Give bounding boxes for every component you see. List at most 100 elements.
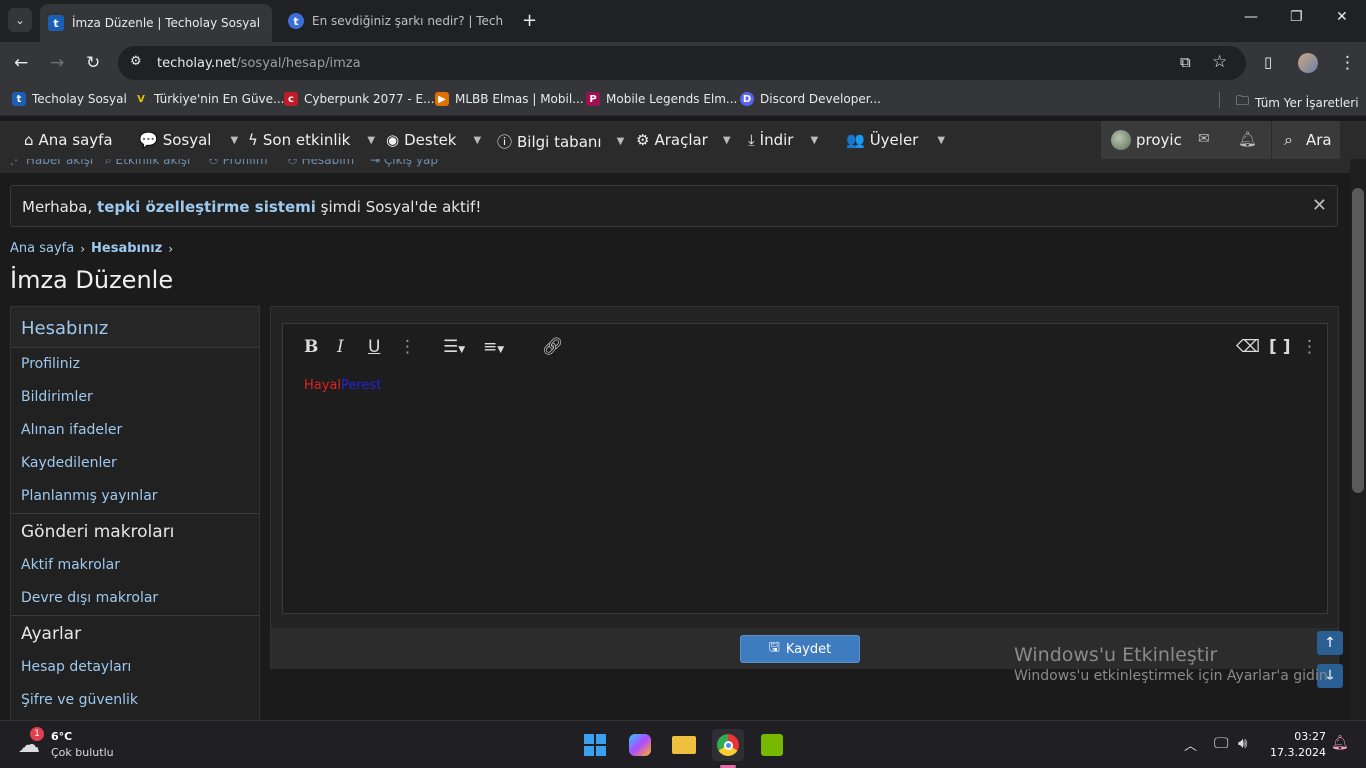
copilot-icon[interactable] (624, 729, 656, 761)
bold-icon[interactable]: B (304, 337, 318, 357)
watermark-subtitle: Windows'u etkinleştirmek için Ayarlar'a … (1014, 668, 1333, 684)
sidebar-item-reactions[interactable]: Alınan ifadeler (11, 414, 259, 447)
list-icon[interactable]: ☰▼ (443, 337, 465, 357)
back-icon[interactable]: ← (14, 53, 28, 73)
nav-tools[interactable]: ⚙ Araçlar ▼ (636, 131, 731, 149)
eraser-icon[interactable]: ⌫ (1236, 337, 1260, 357)
install-app-icon[interactable]: ⧉ (1180, 53, 1191, 71)
sidebar-item-scheduled[interactable]: Planlanmış yayınlar (11, 480, 259, 513)
file-explorer-icon[interactable] (668, 729, 700, 761)
new-tab-icon[interactable]: + (522, 10, 537, 31)
nav-social[interactable]: 💬 Sosyal ▼ (139, 131, 238, 149)
sidebar-item-account-details[interactable]: Hesap detayları (11, 651, 259, 684)
window-close-icon[interactable]: ✕ (1336, 9, 1348, 25)
notice-banner: Merhaba, tepki özelleştirme sistemi şimd… (10, 185, 1338, 227)
tab-search-button[interactable]: ⌄ (8, 8, 32, 32)
notification-bell-icon[interactable]: 🔔︎ (1331, 735, 1349, 751)
bookmark-item[interactable]: P Mobile Legends Elm... (586, 92, 737, 106)
start-icon[interactable] (579, 729, 611, 761)
sidebar-item-bookmarks[interactable]: Kaydedilenler (11, 447, 259, 480)
sidebar-item-active-macros[interactable]: Aktif makrolar (11, 549, 259, 582)
scrollbar-thumb[interactable] (1352, 188, 1364, 493)
chevron-up-icon[interactable]: ︿ (1184, 735, 1197, 754)
username[interactable]: proyic (1136, 131, 1182, 149)
subnav-label: Profilim (222, 159, 268, 167)
menu-icon[interactable]: ⋮ (1339, 53, 1356, 73)
nav-knowledge-base[interactable]: ⓘ Bilgi tabanı ▼ (497, 131, 624, 152)
editor-content[interactable]: HayalPerest (304, 378, 381, 393)
bell-icon[interactable]: 🔔︎ (1238, 130, 1257, 148)
subnav-activity-feed[interactable]: ⌕ Etkinlik akışı (105, 159, 190, 168)
network-icon[interactable]: 🖵︎ (1214, 734, 1228, 752)
subnav-news-feed[interactable]: ⋰ Haber akışı (10, 159, 93, 167)
minimize-icon[interactable]: — (1244, 9, 1258, 25)
breadcrumb-account[interactable]: Hesabınız (91, 241, 162, 256)
weather-widget[interactable]: ☁ 1 6°C Çok bulutlu (16, 727, 126, 763)
address-bar[interactable]: ⚙ techolay.net/sosyal/hesap/imza ⧉ ☆ (118, 46, 1246, 80)
subnav-account[interactable]: ⚇ Hesabım (287, 159, 354, 167)
nav-home[interactable]: ⌂ Ana sayfa (24, 131, 113, 149)
bookmark-item[interactable]: t Techolay Sosyal (12, 92, 127, 106)
sidebar-item-notifications[interactable]: Bildirimler (11, 381, 259, 414)
bookmark-star-icon[interactable]: ☆ (1212, 52, 1227, 72)
nav-download[interactable]: ⤓ İndir ▼ (748, 131, 818, 149)
chevron-down-icon[interactable]: ▼ (937, 135, 945, 146)
nav-recent-activity[interactable]: ϟ Son etkinlik ▼ (248, 131, 375, 149)
nvidia-icon[interactable] (756, 729, 788, 761)
underline-icon[interactable]: U (368, 337, 380, 357)
link-icon[interactable]: 🔗︎ (542, 337, 564, 357)
rich-text-editor[interactable]: B I U ⋮ ☰▼ ≡▼ 🔗︎ ⌫ [ ] ⋮ HayalPerest (282, 323, 1328, 614)
bookmark-item[interactable]: V Türkiye'nin En Güve... (134, 92, 284, 106)
italic-icon[interactable]: I (337, 337, 344, 357)
all-bookmarks[interactable]: 🗀 Tüm Yer İşaretleri (1236, 92, 1359, 114)
site-search-button[interactable]: ⌕ Ara (1272, 121, 1340, 159)
close-icon[interactable]: ✕ (1312, 195, 1327, 216)
inbox-icon[interactable]: ✉ (1198, 131, 1210, 147)
subnav-label: Haber akışı (25, 159, 94, 167)
tab-active[interactable]: t İmza Düzenle | Techolay Sosyal ✕ (40, 4, 272, 42)
play-icon: ▶ (435, 92, 449, 106)
subnav-logout[interactable]: ⇥ Çıkış yap (370, 159, 438, 167)
subnav-profile[interactable]: ⚇ Profilim (208, 159, 268, 167)
save-button[interactable]: 🖫 Kaydet (740, 635, 860, 663)
discord-icon: D (740, 92, 754, 106)
reload-icon[interactable]: ↻ (86, 53, 100, 73)
profile-avatar[interactable] (1298, 53, 1318, 73)
close-icon[interactable]: ✕ (260, 16, 272, 31)
sidebar-item-password-security[interactable]: Şifre ve güvenlik (11, 684, 259, 717)
volume-icon[interactable]: 🔊︎ (1238, 734, 1247, 752)
nav-members[interactable]: 👥 Üyeler ▼ (846, 131, 945, 149)
chrome-icon[interactable] (712, 729, 744, 761)
bbcode-icon[interactable]: [ ] (1269, 337, 1290, 357)
align-icon[interactable]: ≡▼ (483, 337, 504, 357)
tab-inactive[interactable]: t En sevdiğiniz şarkı nedir? | Tech ✕ (280, 6, 512, 36)
site-info-icon[interactable]: ⚙ (130, 54, 142, 69)
nav-support[interactable]: ◉ Destek ▼ (386, 131, 481, 149)
close-icon[interactable]: ✕ (503, 14, 512, 29)
chevron-down-icon[interactable]: ▼ (473, 135, 481, 146)
chevron-down-icon[interactable]: ▼ (617, 136, 625, 147)
chevron-down-icon[interactable]: ▼ (723, 135, 731, 146)
breadcrumb-home[interactable]: Ana sayfa (10, 241, 74, 256)
bookmark-label: Mobile Legends Elm... (606, 92, 738, 106)
account-sidebar: Hesabınız Profiliniz Bildirimler Alınan … (10, 306, 260, 726)
bookmark-item[interactable]: ▶ MLBB Elmas | Mobil... (435, 92, 584, 106)
user-menu: proyic ✉ 🔔︎ (1101, 121, 1271, 159)
user-avatar[interactable] (1111, 130, 1131, 150)
maximize-icon[interactable]: ❐ (1290, 9, 1303, 25)
more-options-icon[interactable]: ⋮ (399, 337, 416, 357)
chevron-down-icon[interactable]: ▼ (230, 135, 238, 146)
browser-toolbar: ← → ↻ ⚙ techolay.net/sosyal/hesap/imza ⧉… (0, 42, 1366, 84)
bookmark-item[interactable]: c Cyberpunk 2077 - E... (284, 92, 435, 106)
sidebar-item-disabled-macros[interactable]: Devre dışı makrolar (11, 582, 259, 615)
info-icon: ⓘ (497, 133, 513, 151)
more-options-icon[interactable]: ⋮ (1301, 337, 1318, 357)
bookmark-item[interactable]: D Discord Developer... (740, 92, 881, 106)
chevron-down-icon[interactable]: ▼ (367, 135, 375, 146)
side-panel-icon[interactable]: ▯ (1264, 53, 1272, 71)
notice-link[interactable]: tepki özelleştirme sistemi (97, 198, 316, 216)
sidebar-item-profile[interactable]: Profiliniz (11, 348, 259, 381)
forward-icon[interactable]: → (50, 53, 64, 73)
chevron-down-icon[interactable]: ▼ (810, 135, 818, 146)
clock[interactable]: 03:27 17.3.2024 (1268, 729, 1326, 761)
